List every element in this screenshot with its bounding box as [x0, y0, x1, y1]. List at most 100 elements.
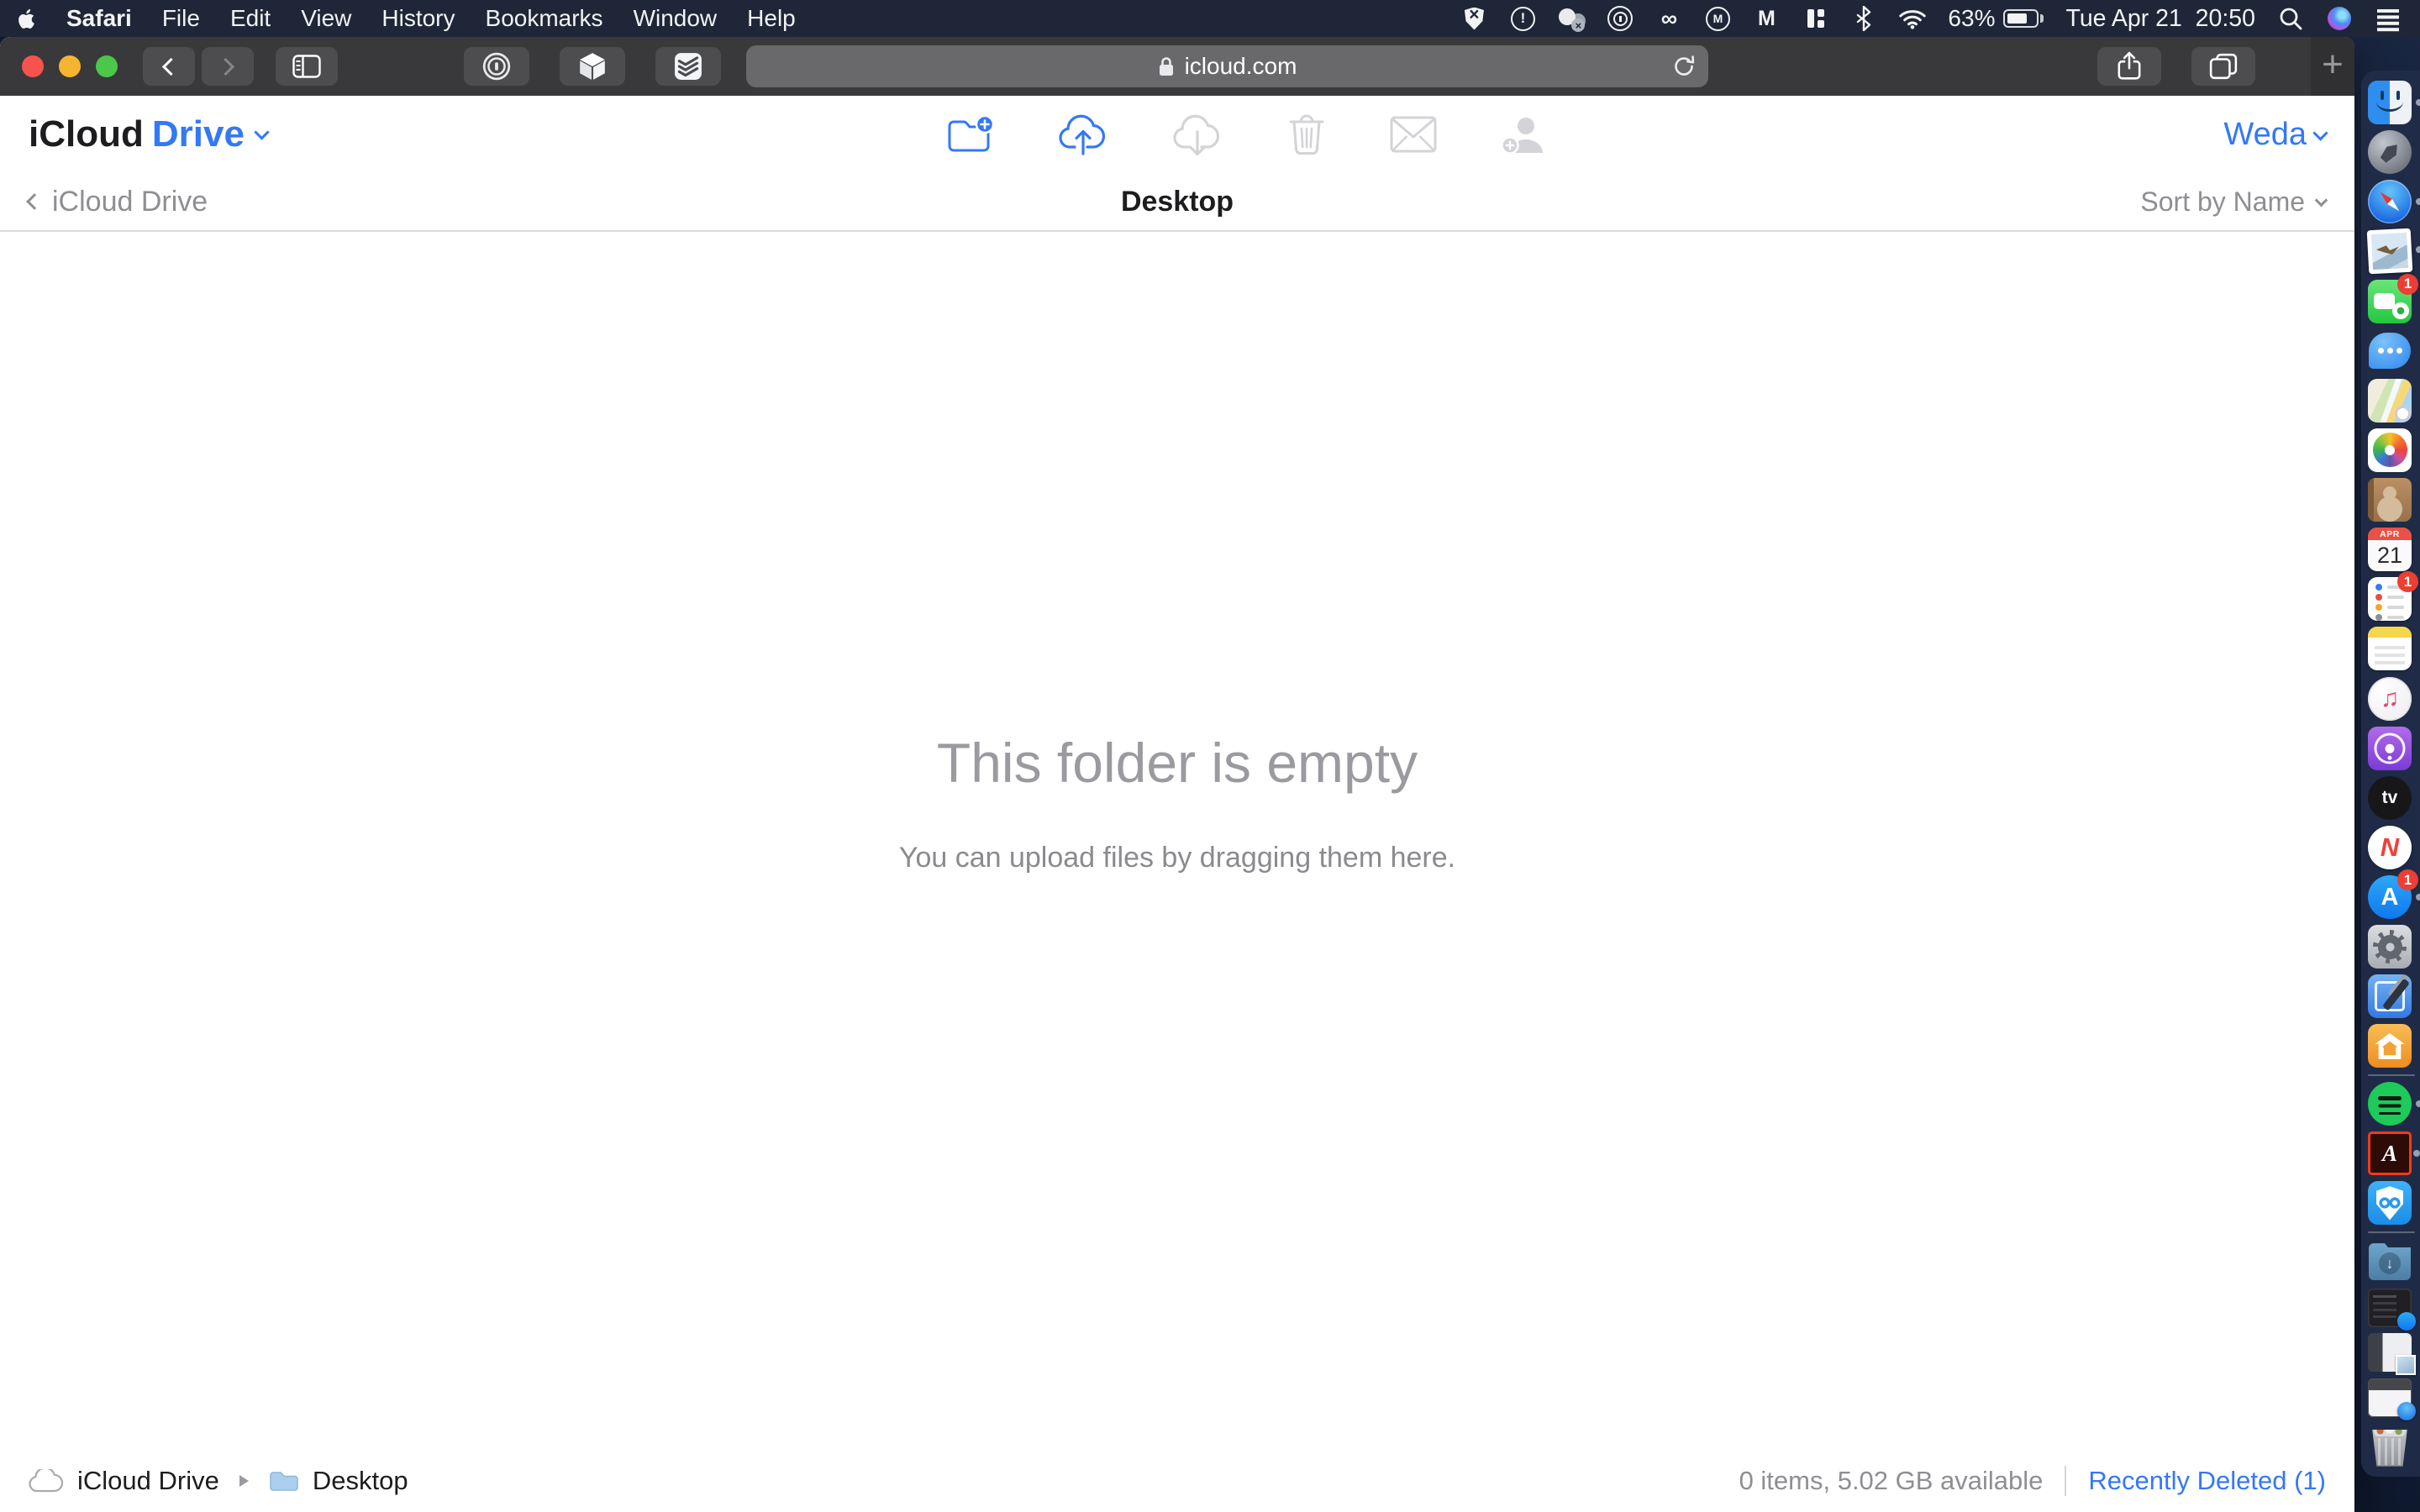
wifi-icon[interactable]	[1899, 5, 1927, 32]
dock-settings-icon[interactable]	[2368, 925, 2412, 969]
dock-reminders-icon[interactable]: 1	[2368, 571, 2418, 622]
minimize-window-button[interactable]	[59, 55, 81, 77]
dock-facetime-icon[interactable]: 1	[2368, 273, 2418, 323]
siri-icon[interactable]	[2326, 5, 2353, 32]
cube-extension-button[interactable]	[560, 47, 625, 86]
chevron-left-icon	[26, 193, 43, 210]
envelope-icon	[1390, 116, 1437, 153]
dock-photos-icon[interactable]	[2368, 428, 2412, 472]
new-tab-button[interactable]: +	[2311, 37, 2354, 96]
share-button[interactable]	[2097, 47, 2161, 86]
sort-label: Sort by Name	[2140, 186, 2306, 217]
dock-appstore-icon[interactable]: A1	[2368, 869, 2420, 919]
dock-tv-icon[interactable]: tv	[2368, 775, 2412, 820]
password-extension-button[interactable]	[464, 47, 529, 86]
close-window-button[interactable]	[22, 55, 44, 77]
circle-m-icon[interactable]	[1704, 5, 1731, 32]
todo-extension-button[interactable]	[655, 47, 721, 86]
email-link-button[interactable]	[1390, 116, 1437, 153]
lock-icon	[1159, 57, 1173, 76]
menu-bookmarks[interactable]: Bookmarks	[486, 5, 603, 32]
letter-m-icon[interactable]	[1753, 5, 1780, 32]
circle-exclamation-icon[interactable]	[1509, 5, 1536, 32]
spotlight-search-icon[interactable]	[2277, 5, 2304, 32]
dock-news-icon[interactable]: N	[2368, 825, 2412, 869]
menu-bar: Safari File Edit View History Bookmarks Window…	[0, 0, 2420, 37]
dock-trash-icon[interactable]	[2372, 1429, 2407, 1467]
running-indicator	[2413, 1150, 2420, 1158]
dock-vpn-icon[interactable]	[2368, 1181, 2412, 1226]
dock-music-icon[interactable]	[2368, 676, 2412, 721]
reload-button[interactable]	[1671, 54, 1697, 83]
chevron-stack-icon	[675, 53, 702, 80]
sidebar-toggle-button[interactable]	[276, 47, 338, 86]
delete-button[interactable]	[1286, 112, 1328, 157]
keyhole-circle-icon[interactable]	[1607, 5, 1634, 32]
menu-safari[interactable]: Safari	[66, 5, 132, 32]
battery-indicator[interactable]: 63%	[1948, 5, 2044, 32]
dock-xcode-icon[interactable]	[2368, 974, 2412, 1019]
dock-finder-icon[interactable]	[2368, 81, 2420, 124]
icloud-header: iCloud Drive Weda	[0, 96, 2354, 173]
tab-overview-button[interactable]	[2191, 47, 2255, 86]
menu-view[interactable]: View	[301, 5, 351, 32]
dock-safari-icon[interactable]	[2368, 180, 2420, 224]
dock-podcasts-icon[interactable]	[2368, 726, 2412, 770]
address-bar[interactable]: icloud.com	[746, 45, 1708, 87]
folder-icon	[270, 1472, 298, 1491]
menu-edit[interactable]: Edit	[230, 5, 271, 32]
new-folder-button[interactable]	[944, 113, 995, 155]
battery-icon	[2003, 9, 2039, 28]
dock-maps-icon[interactable]	[2368, 378, 2412, 423]
dock-contacts-icon[interactable]	[2368, 478, 2412, 522]
apple-menu-icon[interactable]	[18, 8, 34, 29]
menu-help[interactable]: Help	[747, 5, 796, 32]
download-button[interactable]	[1171, 112, 1223, 157]
overlapping-circles-x-icon[interactable]	[1558, 5, 1586, 32]
menu-window[interactable]: Window	[634, 5, 718, 32]
url-text: icloud.com	[1184, 53, 1297, 79]
dock-calendar-icon[interactable]: APR 21	[2368, 528, 2412, 572]
account-dropdown[interactable]: Weda	[2223, 117, 2328, 153]
bluetooth-icon[interactable]	[1850, 5, 1877, 32]
menu-history[interactable]: History	[381, 5, 455, 32]
bluetooth-icon	[1857, 6, 1871, 31]
running-indicator	[2416, 1100, 2420, 1108]
sort-dropdown[interactable]: Sort by Name	[1234, 186, 2328, 218]
split-bars-icon[interactable]	[1802, 5, 1828, 32]
dock-messages-icon[interactable]	[2368, 329, 2412, 373]
status-bar: iCloud Drive Desktop 0 items, 5.02 GB av…	[0, 1450, 2354, 1512]
dock-downloads-icon[interactable]	[2368, 1239, 2412, 1283]
brand-icloud: iCloud	[29, 113, 144, 155]
add-person-button[interactable]	[1499, 113, 1546, 156]
creative-cloud-icon[interactable]	[1655, 5, 1682, 32]
menu-bar-clock[interactable]: Tue Apr 21 20:50	[2065, 5, 2255, 33]
notification-badge: 1	[2397, 571, 2418, 593]
app-switcher-dropdown[interactable]: iCloud Drive	[29, 113, 270, 155]
dock-notes-icon[interactable]	[2368, 627, 2412, 671]
dock: 1APR211tvNA1A	[2354, 37, 2420, 1512]
empty-state-title: This folder is empty	[936, 731, 1418, 794]
dock-spotify-icon[interactable]	[2368, 1082, 2420, 1126]
dock-mail-icon[interactable]	[2366, 228, 2420, 275]
menu-file[interactable]: File	[162, 5, 200, 32]
list-menu-icon[interactable]	[2375, 5, 2402, 32]
dock-acrobat-icon[interactable]: A	[2368, 1131, 2420, 1176]
upload-button[interactable]	[1057, 112, 1109, 157]
wifi-icon	[1899, 9, 1927, 29]
recently-deleted-link[interactable]: Recently Deleted (1)	[2088, 1466, 2326, 1496]
back-button[interactable]	[143, 47, 195, 86]
breadcrumb-back[interactable]: iCloud Drive	[26, 186, 1121, 218]
dock-min-safari-icon[interactable]	[2368, 1378, 2416, 1420]
forward-button[interactable]	[202, 47, 254, 86]
dock-min-mail-icon[interactable]	[2368, 1333, 2416, 1376]
shield-x-icon[interactable]	[1460, 5, 1487, 32]
zoom-window-button[interactable]	[96, 55, 118, 77]
items-status-text: 0 items, 5.02 GB available	[1739, 1466, 2044, 1495]
breadcrumb-root[interactable]: iCloud Drive	[77, 1466, 219, 1496]
dock-min-appstore-icon[interactable]	[2368, 1289, 2416, 1331]
dock-launchpad-icon[interactable]	[2368, 130, 2412, 175]
dock-home-icon[interactable]	[2368, 1024, 2412, 1068]
folder-content-area[interactable]: This folder is empty You can upload file…	[0, 232, 2354, 1450]
chevron-right-icon	[216, 57, 235, 76]
